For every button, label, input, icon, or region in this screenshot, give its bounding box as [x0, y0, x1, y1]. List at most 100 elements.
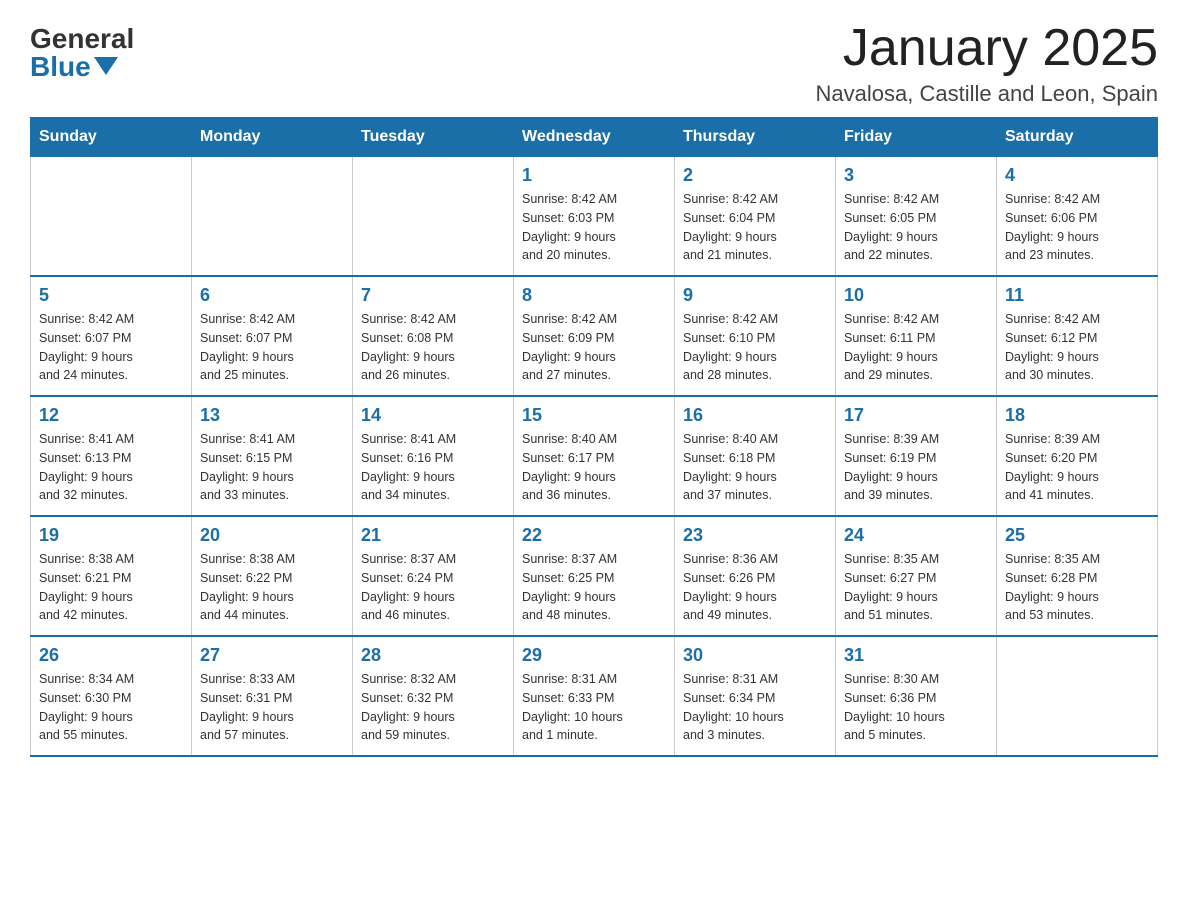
- day-number: 6: [200, 285, 344, 306]
- day-info: Sunrise: 8:35 AM Sunset: 6:27 PM Dayligh…: [844, 550, 988, 625]
- calendar-cell: 6 Sunrise: 8:42 AM Sunset: 6:07 PM Daylig…: [192, 276, 353, 396]
- day-info: Sunrise: 8:41 AM Sunset: 6:16 PM Dayligh…: [361, 430, 505, 505]
- weekday-header-friday: Friday: [836, 118, 997, 157]
- day-info: Sunrise: 8:40 AM Sunset: 6:17 PM Dayligh…: [522, 430, 666, 505]
- day-info: Sunrise: 8:42 AM Sunset: 6:05 PM Dayligh…: [844, 190, 988, 265]
- day-number: 16: [683, 405, 827, 426]
- calendar-cell: 2Sunrise: 8:42 AM Sunset: 6:04 PM Daylig…: [675, 157, 836, 277]
- day-number: 13: [200, 405, 344, 426]
- day-info: Sunrise: 8:40 AM Sunset: 6:18 PM Dayligh…: [683, 430, 827, 505]
- day-number: 29: [522, 645, 666, 666]
- logo: General Blue: [30, 20, 134, 81]
- day-number: 9: [683, 285, 827, 306]
- day-number: 10: [844, 285, 988, 306]
- calendar-cell: 18Sunrise: 8:39 AM Sunset: 6:20 PM Dayli…: [997, 396, 1158, 516]
- day-number: 21: [361, 525, 505, 546]
- day-number: 7: [361, 285, 505, 306]
- calendar-cell: [997, 636, 1158, 756]
- day-info: Sunrise: 8:33 AM Sunset: 6:31 PM Dayligh…: [200, 670, 344, 745]
- day-number: 31: [844, 645, 988, 666]
- calendar-cell: 13 Sunrise: 8:41 AM Sunset: 6:15 PM Dayli…: [192, 396, 353, 516]
- day-info: Sunrise: 8:39 AM Sunset: 6:19 PM Dayligh…: [844, 430, 988, 505]
- calendar-cell: 25Sunrise: 8:35 AM Sunset: 6:28 PM Dayli…: [997, 516, 1158, 636]
- calendar-cell: 26Sunrise: 8:34 AM Sunset: 6:30 PM Dayli…: [31, 636, 192, 756]
- calendar-cell: [31, 157, 192, 277]
- day-info: Sunrise: 8:42 AM Sunset: 6:10 PM Dayligh…: [683, 310, 827, 385]
- day-info: Sunrise: 8:42 AM Sunset: 6:11 PM Dayligh…: [844, 310, 988, 385]
- calendar-cell: 3 Sunrise: 8:42 AM Sunset: 6:05 PM Daylig…: [836, 157, 997, 277]
- day-number: 3: [844, 165, 988, 186]
- day-number: 30: [683, 645, 827, 666]
- day-info: Sunrise: 8:37 AM Sunset: 6:24 PM Dayligh…: [361, 550, 505, 625]
- day-number: 23: [683, 525, 827, 546]
- day-info: Sunrise: 8:42 AM Sunset: 6:03 PM Dayligh…: [522, 190, 666, 265]
- day-number: 1: [522, 165, 666, 186]
- day-info: Sunrise: 8:41 AM Sunset: 6:15 PM Dayligh…: [200, 430, 344, 505]
- calendar-cell: 9 Sunrise: 8:42 AM Sunset: 6:10 PM Daylig…: [675, 276, 836, 396]
- calendar-cell: 11 Sunrise: 8:42 AM Sunset: 6:12 PM Dayli…: [997, 276, 1158, 396]
- day-info: Sunrise: 8:30 AM Sunset: 6:36 PM Dayligh…: [844, 670, 988, 745]
- day-info: Sunrise: 8:38 AM Sunset: 6:21 PM Dayligh…: [39, 550, 183, 625]
- day-info: Sunrise: 8:31 AM Sunset: 6:34 PM Dayligh…: [683, 670, 827, 745]
- calendar-week-row: 12 Sunrise: 8:41 AM Sunset: 6:13 PM Dayli…: [31, 396, 1158, 516]
- day-number: 5: [39, 285, 183, 306]
- day-number: 4: [1005, 165, 1149, 186]
- calendar-cell: 20 Sunrise: 8:38 AM Sunset: 6:22 PM Dayli…: [192, 516, 353, 636]
- calendar-cell: 27 Sunrise: 8:33 AM Sunset: 6:31 PM Dayli…: [192, 636, 353, 756]
- weekday-header-tuesday: Tuesday: [353, 118, 514, 157]
- day-info: Sunrise: 8:32 AM Sunset: 6:32 PM Dayligh…: [361, 670, 505, 745]
- calendar-cell: 24 Sunrise: 8:35 AM Sunset: 6:27 PM Dayli…: [836, 516, 997, 636]
- calendar-cell: 4 Sunrise: 8:42 AM Sunset: 6:06 PM Daylig…: [997, 157, 1158, 277]
- day-number: 20: [200, 525, 344, 546]
- calendar-cell: [192, 157, 353, 277]
- day-info: Sunrise: 8:42 AM Sunset: 6:09 PM Dayligh…: [522, 310, 666, 385]
- day-number: 15: [522, 405, 666, 426]
- day-info: Sunrise: 8:42 AM Sunset: 6:12 PM Dayligh…: [1005, 310, 1149, 385]
- location-title: Navalosa, Castille and Leon, Spain: [816, 81, 1158, 107]
- calendar-cell: 10 Sunrise: 8:42 AM Sunset: 6:11 PM Dayli…: [836, 276, 997, 396]
- calendar-cell: 5 Sunrise: 8:42 AM Sunset: 6:07 PM Daylig…: [31, 276, 192, 396]
- title-block: January 2025 Navalosa, Castille and Leon…: [816, 20, 1158, 107]
- logo-general-text: General: [30, 25, 134, 53]
- calendar-table: SundayMondayTuesdayWednesdayThursdayFrid…: [30, 117, 1158, 757]
- day-info: Sunrise: 8:42 AM Sunset: 6:04 PM Dayligh…: [683, 190, 827, 265]
- day-number: 28: [361, 645, 505, 666]
- logo-blue-text: Blue: [30, 53, 118, 81]
- calendar-cell: 31 Sunrise: 8:30 AM Sunset: 6:36 PM Dayli…: [836, 636, 997, 756]
- day-number: 24: [844, 525, 988, 546]
- calendar-cell: 28 Sunrise: 8:32 AM Sunset: 6:32 PM Dayli…: [353, 636, 514, 756]
- day-info: Sunrise: 8:38 AM Sunset: 6:22 PM Dayligh…: [200, 550, 344, 625]
- calendar-cell: 15 Sunrise: 8:40 AM Sunset: 6:17 PM Dayli…: [514, 396, 675, 516]
- day-number: 12: [39, 405, 183, 426]
- day-info: Sunrise: 8:39 AM Sunset: 6:20 PM Dayligh…: [1005, 430, 1149, 505]
- calendar-cell: 22 Sunrise: 8:37 AM Sunset: 6:25 PM Dayli…: [514, 516, 675, 636]
- page-header: General Blue January 2025 Navalosa, Cast…: [30, 20, 1158, 107]
- day-info: Sunrise: 8:36 AM Sunset: 6:26 PM Dayligh…: [683, 550, 827, 625]
- weekday-header-wednesday: Wednesday: [514, 118, 675, 157]
- weekday-header-thursday: Thursday: [675, 118, 836, 157]
- weekday-header-saturday: Saturday: [997, 118, 1158, 157]
- day-number: 11: [1005, 285, 1149, 306]
- weekday-header-monday: Monday: [192, 118, 353, 157]
- weekday-header-sunday: Sunday: [31, 118, 192, 157]
- day-info: Sunrise: 8:42 AM Sunset: 6:08 PM Dayligh…: [361, 310, 505, 385]
- calendar-week-row: 26Sunrise: 8:34 AM Sunset: 6:30 PM Dayli…: [31, 636, 1158, 756]
- calendar-cell: 14 Sunrise: 8:41 AM Sunset: 6:16 PM Dayli…: [353, 396, 514, 516]
- calendar-cell: 16 Sunrise: 8:40 AM Sunset: 6:18 PM Dayli…: [675, 396, 836, 516]
- day-info: Sunrise: 8:41 AM Sunset: 6:13 PM Dayligh…: [39, 430, 183, 505]
- calendar-week-row: 5 Sunrise: 8:42 AM Sunset: 6:07 PM Daylig…: [31, 276, 1158, 396]
- day-info: Sunrise: 8:37 AM Sunset: 6:25 PM Dayligh…: [522, 550, 666, 625]
- calendar-header-row: SundayMondayTuesdayWednesdayThursdayFrid…: [31, 118, 1158, 157]
- day-number: 26: [39, 645, 183, 666]
- day-number: 14: [361, 405, 505, 426]
- calendar-cell: 1 Sunrise: 8:42 AM Sunset: 6:03 PM Daylig…: [514, 157, 675, 277]
- calendar-cell: 29Sunrise: 8:31 AM Sunset: 6:33 PM Dayli…: [514, 636, 675, 756]
- day-info: Sunrise: 8:42 AM Sunset: 6:07 PM Dayligh…: [39, 310, 183, 385]
- day-number: 27: [200, 645, 344, 666]
- day-info: Sunrise: 8:42 AM Sunset: 6:07 PM Dayligh…: [200, 310, 344, 385]
- calendar-week-row: 1 Sunrise: 8:42 AM Sunset: 6:03 PM Daylig…: [31, 157, 1158, 277]
- day-number: 22: [522, 525, 666, 546]
- day-number: 17: [844, 405, 988, 426]
- day-number: 25: [1005, 525, 1149, 546]
- day-info: Sunrise: 8:42 AM Sunset: 6:06 PM Dayligh…: [1005, 190, 1149, 265]
